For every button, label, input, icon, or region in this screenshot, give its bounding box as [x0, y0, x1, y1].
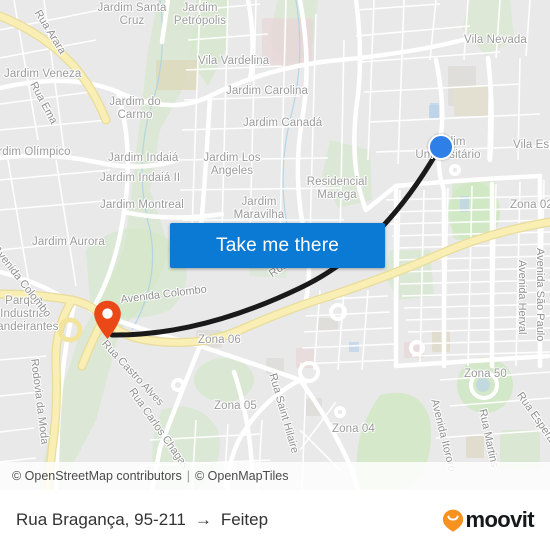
moovit-logo[interactable]: moovit [442, 507, 535, 533]
moovit-trip-map-screen: Jardim Santa Cruz Jardim Petrópolis Vila N… [0, 0, 550, 550]
moovit-pin-icon [443, 509, 464, 532]
map-canvas[interactable]: Jardim Santa Cruz Jardim Petrópolis Vila N… [0, 0, 550, 490]
trip-summary: Rua Bragança, 95-211 → Feitep [16, 510, 268, 530]
arrow-right-icon: → [194, 510, 212, 529]
openmaptiles-attribution-link[interactable]: © OpenMapTiles [195, 469, 289, 483]
attribution-separator: | [186, 469, 190, 483]
take-me-there-button[interactable]: Take me there [170, 223, 385, 268]
map-attribution-bar: © OpenStreetMap contributors | © OpenMap… [0, 462, 550, 490]
moovit-wordmark: moovit [465, 507, 534, 532]
origin-marker-pin[interactable] [93, 300, 122, 340]
trip-origin-label: Rua Bragança, 95-211 [16, 510, 186, 529]
destination-marker-dot[interactable] [428, 134, 454, 160]
trip-footer-bar: Rua Bragança, 95-211 → Feitep moovit [0, 490, 550, 550]
osm-attribution-link[interactable]: © OpenStreetMap contributors [12, 469, 182, 483]
map-pin-icon [94, 300, 121, 339]
trip-destination-label: Feitep [220, 510, 269, 529]
